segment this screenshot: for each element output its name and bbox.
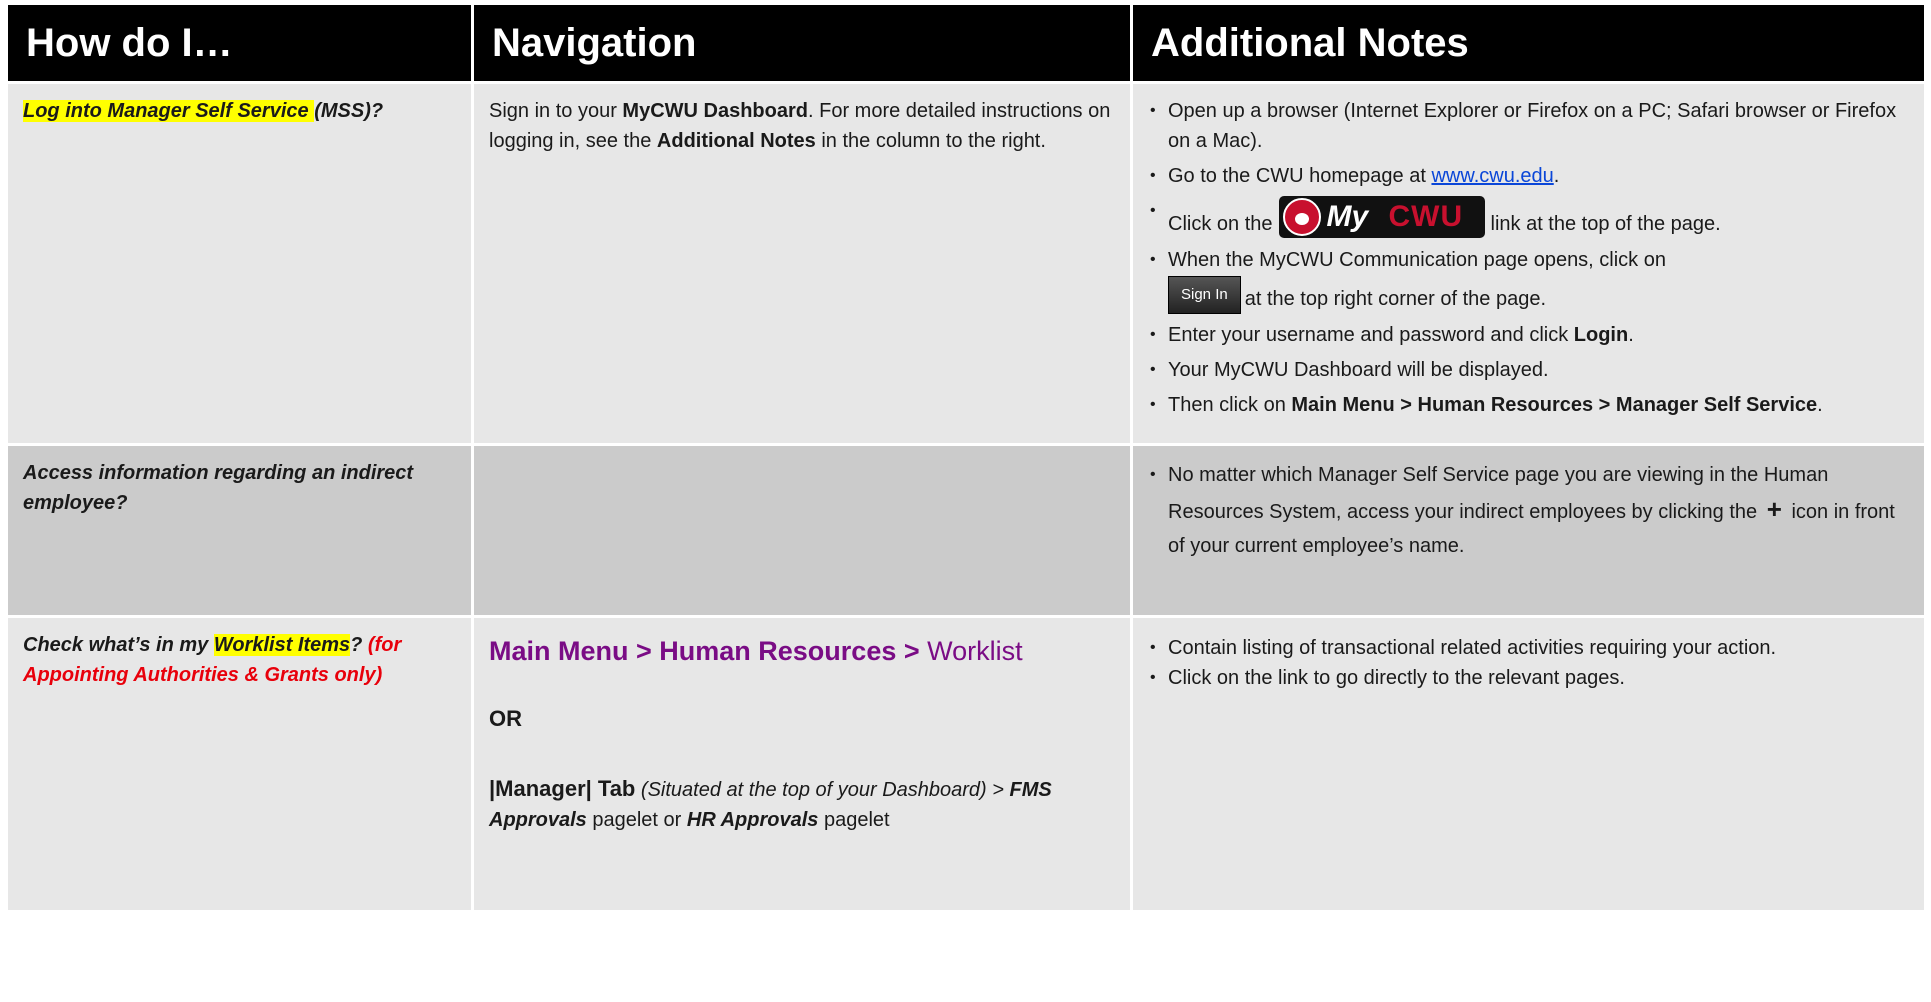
list-item: Contain listing of transactional related… <box>1148 633 1909 663</box>
note-text: Go to the CWU homepage at <box>1168 165 1432 187</box>
sign-in-button[interactable]: Sign In <box>1168 276 1241 314</box>
notes-cell: Open up a browser (Internet Explorer or … <box>1133 84 1924 443</box>
nav-text: pagelet <box>818 809 890 831</box>
hr-approvals-label: HR Approvals <box>686 809 819 831</box>
list-item: When the MyCWU Communication page opens,… <box>1148 244 1909 315</box>
table-row: Access information regarding an indirect… <box>8 446 1924 615</box>
manager-tab-label: |Manager| Tab <box>489 776 636 801</box>
highlighted-text: Log into Manager Self Service <box>23 100 315 122</box>
note-text: When the MyCWU Communication page opens,… <box>1168 249 1666 271</box>
question-text: Check what’s in my Worklist Items? (for … <box>23 634 401 686</box>
navigation-cell: Sign in to your MyCWU Dashboard. For mor… <box>474 84 1130 443</box>
note-text: Click on the <box>1168 213 1273 235</box>
list-item: Your MyCWU Dashboard will be displayed. <box>1148 355 1909 385</box>
header-how-do-i: How do I… <box>8 5 471 81</box>
navigation-cell: Main Menu > Human Resources > Worklist O… <box>474 618 1130 910</box>
how-do-i-table: How do I… Navigation Additional Notes Lo… <box>5 2 1927 913</box>
nav-text: in the column to the right. <box>815 130 1046 152</box>
highlighted-text: Worklist Items <box>213 634 351 656</box>
plus-icon: + <box>1766 494 1782 524</box>
note-text: . <box>1817 394 1823 416</box>
notes-list: Open up a browser (Internet Explorer or … <box>1148 96 1909 420</box>
manager-tab-note: (Situated at the top of your Dashboard) … <box>635 779 1010 801</box>
notes-list: Contain listing of transactional related… <box>1148 633 1909 693</box>
mycwu-logo-link[interactable]: My CWU <box>1278 196 1485 238</box>
header-additional-notes: Additional Notes <box>1133 5 1924 81</box>
list-item: No matter which Manager Self Service pag… <box>1148 458 1909 563</box>
question-text: Access information regarding an indirect… <box>23 462 414 514</box>
list-item: Click on the link to go directly to the … <box>1148 663 1909 693</box>
question-rest: (MSS)? <box>314 100 384 122</box>
note-text: . <box>1553 165 1560 187</box>
note-text: . <box>1628 324 1634 346</box>
note-bold: Login <box>1573 324 1629 346</box>
note-text: No matter which Manager Self Service pag… <box>1168 464 1829 523</box>
note-text: at the top right corner of the page. <box>1244 288 1547 310</box>
note-bold: Main Menu > Human Resources > Manager Se… <box>1291 394 1818 416</box>
nav-text: Sign in to your <box>489 100 623 122</box>
header-navigation: Navigation <box>474 5 1130 81</box>
nav-path: Main Menu > Human Resources > Worklist <box>489 636 1115 666</box>
or-label: OR <box>489 706 522 731</box>
nav-path-end: Worklist <box>927 636 1023 666</box>
list-item: Go to the CWU homepage at www.cwu.edu. <box>1148 161 1909 191</box>
notes-list: No matter which Manager Self Service pag… <box>1148 458 1909 563</box>
how-do-i-table-wrapper: How do I… Navigation Additional Notes Lo… <box>8 5 1930 910</box>
question-cell: Log into Manager Self Service (MSS)? <box>8 84 471 443</box>
logo-cwu-text: CWU <box>1388 200 1464 233</box>
header-row: How do I… Navigation Additional Notes <box>8 5 1924 81</box>
notes-cell: No matter which Manager Self Service pag… <box>1133 446 1924 615</box>
list-item: Then click on Main Menu > Human Resource… <box>1148 390 1909 420</box>
manager-tab-instructions: |Manager| Tab (Situated at the top of yo… <box>489 774 1115 835</box>
question-cell: Access information regarding an indirect… <box>8 446 471 615</box>
nav-bold: Additional Notes <box>656 130 816 152</box>
list-item: Enter your username and password and cli… <box>1148 320 1909 350</box>
navigation-cell <box>474 446 1130 615</box>
list-item: Click on the My CWU link at the top of the … <box>1148 196 1909 239</box>
cwu-homepage-link[interactable]: www.cwu.edu <box>1431 165 1553 187</box>
notes-cell: Contain listing of transactional related… <box>1133 618 1924 910</box>
question-part: ? <box>350 634 363 656</box>
note-text: Then click on <box>1168 394 1292 416</box>
paw-icon <box>1282 198 1321 236</box>
table-row: Check what’s in my Worklist Items? (for … <box>8 618 1924 910</box>
table-row: Log into Manager Self Service (MSS)? Sig… <box>8 84 1924 443</box>
logo-my-text: My <box>1326 200 1369 233</box>
question-part: Check what’s in my <box>23 634 214 656</box>
list-item: Open up a browser (Internet Explorer or … <box>1148 96 1909 156</box>
question-text: Log into Manager Self Service (MSS)? <box>23 100 383 122</box>
note-text: Enter your username and password and cli… <box>1168 324 1574 346</box>
nav-path-bold: Main Menu > Human Resources > <box>489 636 928 666</box>
note-text: link at the top of the page. <box>1490 213 1721 235</box>
question-cell: Check what’s in my Worklist Items? (for … <box>8 618 471 910</box>
nav-text: pagelet or <box>586 809 687 831</box>
nav-bold: MyCWU Dashboard <box>622 100 808 122</box>
